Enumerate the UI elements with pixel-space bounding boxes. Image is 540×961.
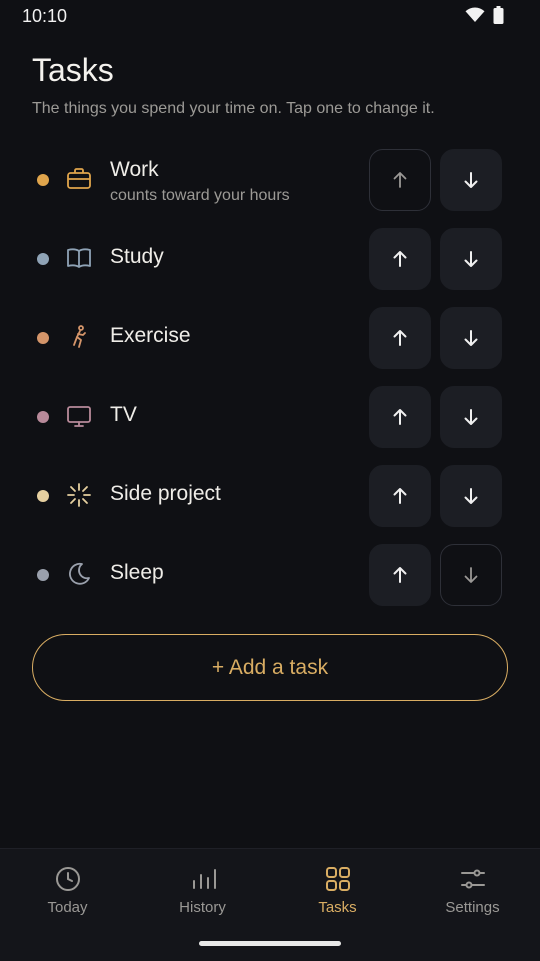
- task-name: TV: [110, 403, 137, 426]
- move-down-button[interactable]: [440, 307, 502, 369]
- move-down-button[interactable]: [440, 544, 502, 606]
- move-down-button[interactable]: [440, 149, 502, 211]
- arrow-down-icon: [464, 409, 478, 425]
- task-name: Work: [110, 158, 159, 181]
- sliders-icon: [461, 869, 485, 889]
- task-color-dot: [37, 411, 49, 423]
- task-row-sleep[interactable]: Sleep: [0, 535, 540, 614]
- book-icon: [67, 248, 91, 268]
- arrow-up-icon: [393, 488, 407, 504]
- running-icon: [73, 325, 86, 348]
- task-row-exercise[interactable]: Exercise: [0, 298, 540, 377]
- move-down-button[interactable]: [440, 465, 502, 527]
- move-up-button[interactable]: [369, 465, 431, 527]
- status-time: 10:10: [22, 6, 68, 26]
- moon-icon: [69, 562, 90, 585]
- task-color-dot: [37, 253, 49, 265]
- arrow-down-icon: [464, 488, 478, 504]
- task-name: Sleep: [110, 561, 164, 584]
- home-indicator: [199, 941, 341, 946]
- arrow-down-icon: [464, 330, 478, 346]
- task-row-study[interactable]: Study: [0, 219, 540, 298]
- task-color-dot: [37, 174, 49, 186]
- nav-item-today[interactable]: Today: [0, 849, 135, 941]
- add-task-button[interactable]: + Add a task: [32, 634, 508, 701]
- battery-icon: [493, 6, 504, 24]
- bar-chart-icon: [193, 869, 216, 889]
- nav-label: Tasks: [318, 899, 357, 916]
- move-up-button[interactable]: [369, 149, 431, 211]
- move-up-button[interactable]: [369, 307, 431, 369]
- arrow-up-icon: [393, 172, 407, 188]
- nav-item-history[interactable]: History: [135, 849, 270, 941]
- task-color-dot: [37, 569, 49, 581]
- status-bar: 10:10: [0, 0, 540, 32]
- move-up-button[interactable]: [369, 228, 431, 290]
- nav-item-settings[interactable]: Settings: [405, 849, 540, 941]
- task-color-dot: [37, 332, 49, 344]
- task-color-dot: [37, 490, 49, 502]
- arrow-down-icon: [464, 567, 478, 583]
- arrow-up-icon: [393, 251, 407, 267]
- move-down-button[interactable]: [440, 386, 502, 448]
- move-up-button[interactable]: [369, 544, 431, 606]
- move-up-button[interactable]: [369, 386, 431, 448]
- nav-label: Settings: [445, 899, 500, 916]
- task-name: Study: [110, 245, 164, 268]
- arrow-up-icon: [393, 567, 407, 583]
- task-name: Exercise: [110, 324, 191, 347]
- arrow-up-icon: [393, 330, 407, 346]
- nav-label: Today: [47, 899, 88, 916]
- status-icons: [465, 6, 504, 24]
- page-subtitle: The things you spend your time on. Tap o…: [32, 100, 435, 117]
- task-name: Side project: [110, 482, 221, 505]
- nav-item-tasks[interactable]: Tasks: [270, 849, 405, 941]
- arrow-down-icon: [464, 251, 478, 267]
- task-row-tv[interactable]: TV: [0, 377, 540, 456]
- page-title: Tasks: [32, 52, 114, 88]
- briefcase-icon: [67, 168, 91, 189]
- arrow-up-icon: [393, 409, 407, 425]
- task-list: Work counts toward your hours Study Exer…: [0, 140, 540, 614]
- task-row-side-project[interactable]: Side project: [0, 456, 540, 535]
- grid-icon: [326, 867, 350, 891]
- clock-icon: [56, 867, 80, 891]
- monitor-icon: [67, 406, 91, 427]
- wifi-icon: [465, 7, 485, 23]
- arrow-down-icon: [464, 172, 478, 188]
- move-down-button[interactable]: [440, 228, 502, 290]
- sparkle-icon: [67, 483, 91, 507]
- task-subtitle: counts toward your hours: [110, 187, 290, 204]
- task-row-work[interactable]: Work counts toward your hours: [0, 140, 540, 219]
- nav-label: History: [179, 899, 226, 916]
